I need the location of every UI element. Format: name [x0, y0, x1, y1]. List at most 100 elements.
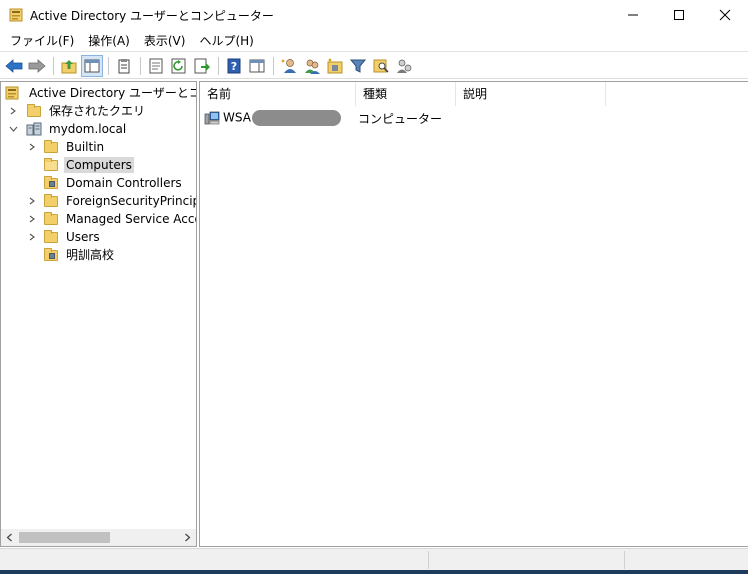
window-title: Active Directory ユーザーとコンピューター — [30, 8, 274, 23]
svg-text:?: ? — [231, 60, 237, 73]
tree-item-managed-service-accounts[interactable]: Managed Service Accour — [1, 210, 196, 228]
ad-users-computers-app-icon — [9, 8, 23, 22]
forward-arrow-icon — [28, 58, 46, 73]
chevron-right-icon[interactable] — [26, 141, 38, 153]
tree-item-label: Managed Service Accour — [66, 212, 196, 226]
tree-item-meikun-koukou[interactable]: 明訓高校 — [1, 246, 196, 264]
clipboard-button[interactable] — [113, 55, 135, 77]
maximize-icon — [674, 10, 684, 20]
toolbar-separator — [53, 56, 54, 75]
close-button[interactable] — [702, 0, 748, 30]
up-one-level-button[interactable] — [58, 55, 80, 77]
folder-icon — [26, 104, 42, 118]
console-tree-pane: Active Directory ユーザーとコンピュー 保存されたクエリ myd… — [0, 81, 197, 547]
export-list-button[interactable] — [191, 55, 213, 77]
console-tree: Active Directory ユーザーとコンピュー 保存されたクエリ myd… — [1, 82, 196, 264]
add-to-group-icon — [397, 59, 412, 73]
refresh-icon — [171, 58, 186, 73]
tree-horizontal-scrollbar[interactable] — [1, 529, 196, 546]
scroll-right-icon[interactable] — [179, 529, 196, 546]
help-icon: ? — [227, 58, 241, 73]
column-header-name[interactable]: 名前 — [200, 82, 356, 106]
properties-icon — [149, 58, 163, 73]
list-header: 名前 種類 説明 — [200, 82, 606, 106]
tree-item-users[interactable]: Users — [1, 228, 196, 246]
toolbar: ? — [0, 53, 748, 79]
action-pane-icon — [249, 59, 265, 72]
taskbar-edge — [0, 570, 748, 574]
tree-item-computers[interactable]: Computers — [1, 156, 196, 174]
action-pane-button[interactable] — [246, 55, 268, 77]
properties-button[interactable] — [145, 55, 167, 77]
chevron-down-icon[interactable] — [7, 123, 19, 135]
tree-item-domain-controllers[interactable]: Domain Controllers — [1, 174, 196, 192]
folder-icon — [43, 140, 59, 154]
organizational-unit-icon — [43, 248, 59, 262]
tree-item-label: Users — [66, 230, 100, 244]
new-user-icon — [281, 58, 296, 73]
menu-bar: ファイル(F) 操作(A) 表示(V) ヘルプ(H) — [0, 30, 748, 52]
folder-icon — [43, 212, 59, 226]
organizational-unit-icon — [43, 176, 59, 190]
folder-open-icon — [43, 158, 59, 172]
minimize-button[interactable] — [610, 0, 656, 30]
tree-item-label: 保存されたクエリ — [49, 104, 146, 118]
chevron-right-icon[interactable] — [26, 231, 38, 243]
tree-item-label: 明訓高校 — [66, 248, 115, 262]
forward-button[interactable] — [26, 55, 48, 77]
menu-help[interactable]: ヘルプ(H) — [192, 30, 260, 52]
ad-users-computers-icon — [5, 86, 21, 100]
scrollbar-thumb[interactable] — [19, 532, 110, 543]
title-bar: Active Directory ユーザーとコンピューター — [0, 0, 748, 30]
list-item-type: コンピューター — [358, 111, 443, 126]
tree-item-label: mydom.local — [49, 122, 127, 136]
back-button[interactable] — [3, 55, 25, 77]
status-bar — [0, 548, 748, 570]
toolbar-separator — [273, 56, 274, 75]
add-to-group-button[interactable] — [393, 55, 415, 77]
chevron-right-icon[interactable] — [26, 213, 38, 225]
new-ou-icon — [327, 57, 343, 73]
tree-item-domain[interactable]: mydom.local — [1, 120, 196, 138]
new-group-button[interactable] — [301, 55, 323, 77]
status-bar-divider — [428, 551, 429, 569]
tree-item-saved-queries[interactable]: 保存されたクエリ — [1, 102, 196, 120]
filter-icon — [350, 59, 366, 73]
up-folder-icon — [61, 59, 77, 73]
find-button[interactable] — [370, 55, 392, 77]
chevron-right-icon[interactable] — [26, 195, 38, 207]
refresh-button[interactable] — [168, 55, 190, 77]
details-pane: 名前 種類 説明 WSA コンピューター — [199, 81, 748, 547]
tree-item-foreign-security-principals[interactable]: ForeignSecurityPrincipals — [1, 192, 196, 210]
tree-root[interactable]: Active Directory ユーザーとコンピュー — [1, 84, 196, 102]
toolbar-separator — [108, 56, 109, 75]
export-list-icon — [194, 58, 210, 73]
chevron-right-icon[interactable] — [7, 105, 19, 117]
menu-view[interactable]: 表示(V) — [137, 30, 193, 52]
tree-item-builtin[interactable]: Builtin — [1, 138, 196, 156]
maximize-button[interactable] — [656, 0, 702, 30]
column-header-type[interactable]: 種類 — [356, 82, 456, 106]
back-arrow-icon — [5, 58, 23, 73]
tree-root-label: Active Directory ユーザーとコンピュー — [29, 86, 196, 100]
find-icon — [373, 59, 389, 73]
close-icon — [719, 9, 731, 21]
tree-item-label: Computers — [64, 157, 134, 173]
column-header-description[interactable]: 説明 — [456, 82, 606, 106]
show-hide-tree-icon — [84, 59, 100, 72]
list-item-name: WSA — [223, 110, 358, 126]
filter-button[interactable] — [347, 55, 369, 77]
tree-item-label: Builtin — [66, 140, 105, 154]
scroll-left-icon[interactable] — [1, 529, 18, 546]
minimize-icon — [628, 14, 638, 16]
help-button[interactable]: ? — [223, 55, 245, 77]
menu-action[interactable]: 操作(A) — [81, 30, 137, 52]
clipboard-icon — [118, 58, 130, 73]
menu-file[interactable]: ファイル(F) — [3, 30, 81, 52]
new-ou-button[interactable] — [324, 55, 346, 77]
show-hide-console-tree-button[interactable] — [81, 54, 103, 77]
list-item[interactable]: WSA コンピューター — [204, 108, 458, 128]
new-group-icon — [305, 59, 320, 74]
tree-item-label: Domain Controllers — [66, 176, 182, 190]
new-user-button[interactable] — [278, 55, 300, 77]
